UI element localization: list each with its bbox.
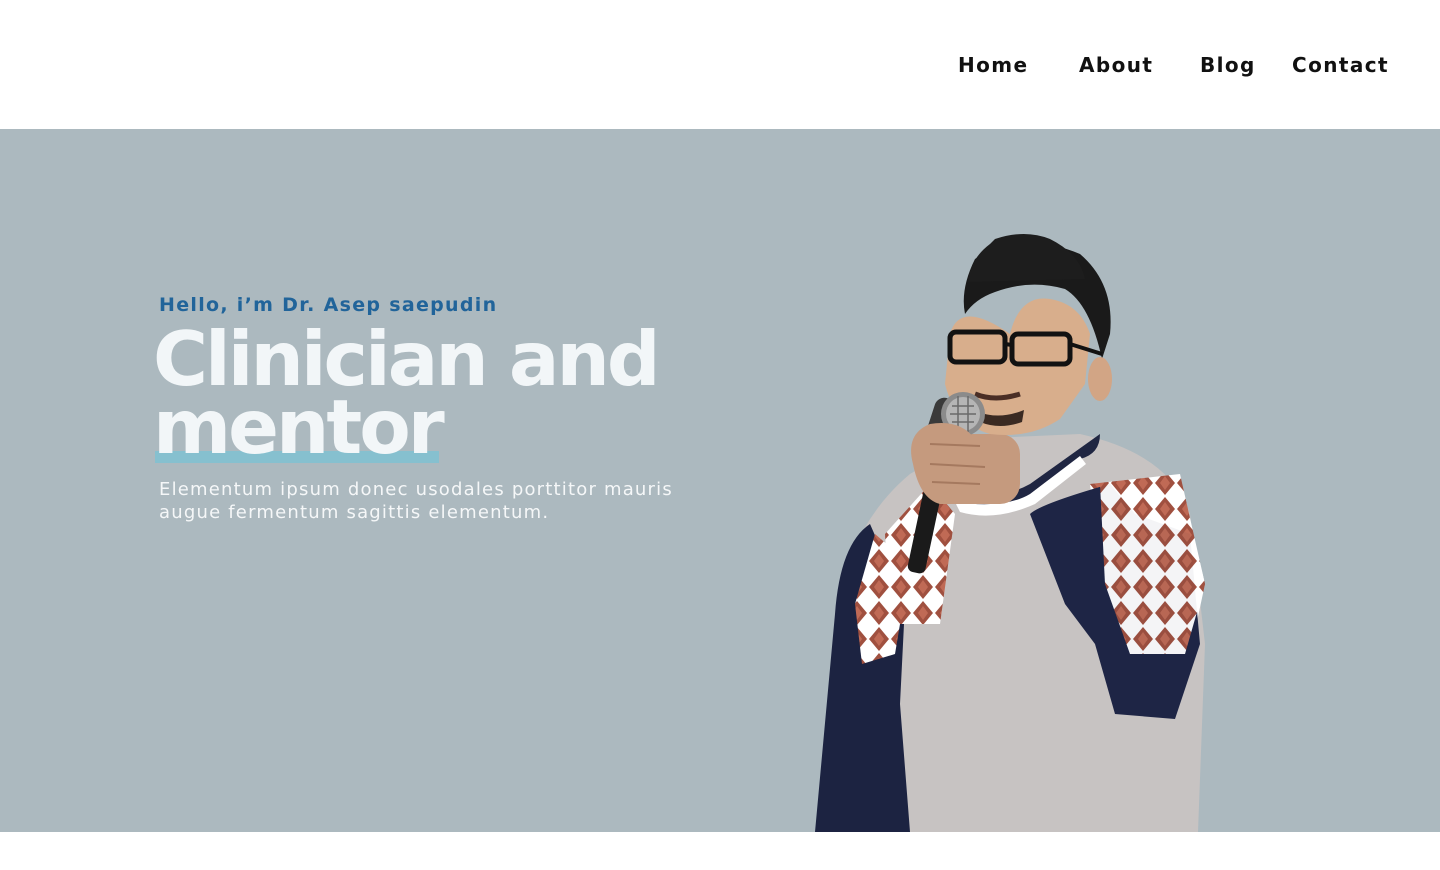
hero-section: Hello, i’m Dr. Asep saepudin Clinician a… bbox=[0, 129, 1440, 832]
hero-headline-line2: mentor bbox=[153, 390, 445, 465]
below-hero-area bbox=[0, 832, 1440, 870]
nav-home-link[interactable]: Home bbox=[958, 52, 1028, 78]
main-nav: Home About Blog Contact bbox=[0, 52, 1440, 80]
hero-headline-line2-text: mentor bbox=[153, 383, 445, 471]
nav-contact-link[interactable]: Contact bbox=[1292, 52, 1389, 78]
nav-about-link[interactable]: About bbox=[1079, 52, 1153, 78]
hero-headline: Clinician and mentor bbox=[153, 322, 773, 465]
nav-blog-link[interactable]: Blog bbox=[1200, 52, 1256, 78]
speaker-portrait-image bbox=[815, 234, 1205, 832]
hero-greeting: Hello, i’m Dr. Asep saepudin bbox=[159, 294, 498, 316]
hero-description: Elementum ipsum donec usodales porttitor… bbox=[159, 479, 673, 523]
site-header: Home About Blog Contact bbox=[0, 0, 1440, 129]
